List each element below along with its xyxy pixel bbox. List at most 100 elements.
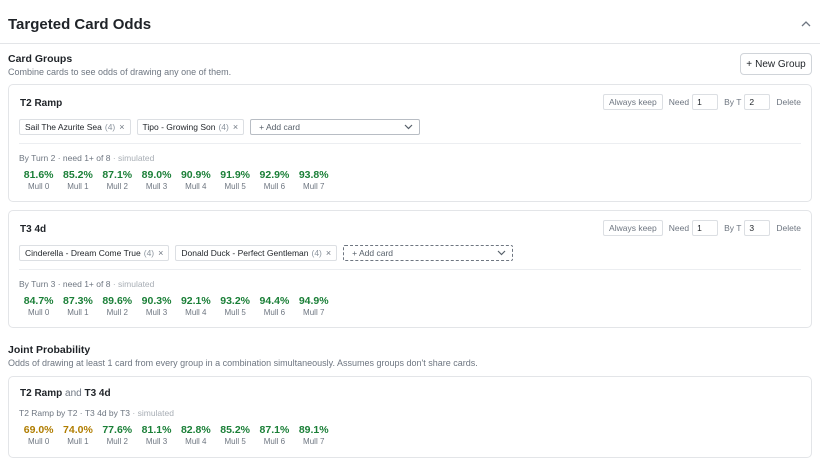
need-input[interactable] (692, 94, 719, 110)
new-group-label: New Group (755, 58, 806, 70)
card-groups-title: Card Groups (8, 53, 73, 65)
odds-cell: 89.6% Mull 2 (98, 295, 137, 318)
summary-text: By Turn 2 · need 1+ of 8 (19, 153, 111, 163)
odds-percent: 84.7% (23, 295, 54, 307)
targeted-card-odds-panel: Targeted Card Odds Card Groups Combine c… (0, 0, 820, 471)
odds-cell: 87.1% Mull 6 (255, 424, 294, 447)
mulligan-label: Mull 3 (145, 437, 168, 446)
combo-group-first: T2 Ramp (20, 388, 63, 399)
close-icon[interactable]: × (326, 248, 331, 258)
need-label: Need (668, 223, 690, 233)
odds-cell: 92.1% Mull 4 (176, 295, 215, 318)
mulligan-label: Mull 7 (303, 308, 325, 317)
need-label: Need (668, 97, 690, 107)
mulligan-label: Mull 7 (303, 437, 325, 446)
combo-and: and (65, 388, 82, 399)
joint-probability-subtitle: Odds of drawing at least 1 card from eve… (8, 358, 478, 368)
by-turn-input[interactable] (744, 220, 771, 236)
odds-cell: 69.0% Mull 0 (19, 424, 58, 447)
odds-cell: 92.9% Mull 6 (255, 169, 294, 192)
odds-cell: 87.1% Mull 2 (98, 169, 137, 192)
card-chip: Cinderella - Dream Come True (4) × (19, 245, 170, 261)
mulligan-label: Mull 5 (224, 182, 246, 191)
card-chip: Tipo - Growing Son (4) × (136, 119, 245, 135)
chip-card-count: (4) (311, 248, 322, 258)
group-controls: Always keep Need By T Delete (603, 220, 801, 236)
card-group: T3 4d Always keep Need By T Delete Cinde… (8, 210, 812, 328)
divider (19, 269, 801, 270)
odds-percent: 93.8% (298, 169, 329, 181)
mulligan-label: Mull 2 (106, 308, 128, 317)
odds-percent: 81.1% (141, 424, 172, 436)
odds-cell: 77.6% Mull 2 (98, 424, 137, 447)
odds-cell: 94.9% Mull 7 (294, 295, 333, 318)
plus-icon: + (746, 58, 753, 70)
close-icon[interactable]: × (158, 248, 163, 258)
odds-percent: 85.2% (220, 424, 251, 436)
chevron-up-icon[interactable] (801, 20, 811, 28)
odds-percent: 74.0% (63, 424, 93, 436)
add-card-select[interactable]: + Add card (250, 119, 421, 135)
odds-percent: 81.6% (23, 169, 54, 181)
chip-card-name: Donald Duck - Perfect Gentleman (181, 248, 309, 258)
by-turn-input[interactable] (744, 94, 771, 110)
combination-summary: T2 Ramp by T2 · T3 4d by T3 · simulated (19, 408, 174, 418)
chip-card-count: (4) (218, 122, 229, 132)
new-group-button[interactable]: + New Group (740, 53, 812, 75)
odds-percent: 89.0% (141, 169, 172, 181)
odds-percent: 89.1% (298, 424, 329, 436)
group-name: T2 Ramp (20, 98, 63, 109)
odds-cell: 85.2% Mull 1 (58, 169, 97, 192)
chevron-down-icon (404, 124, 413, 130)
combo-group-second: T3 4d (84, 388, 111, 399)
odds-summary: By Turn 2 · need 1+ of 8 · simulated (19, 153, 154, 163)
mulligan-label: Mull 7 (303, 182, 325, 191)
delete-group-button[interactable]: Delete (776, 223, 801, 233)
mulligan-label: Mull 1 (67, 182, 89, 191)
always-keep-button[interactable]: Always keep (603, 94, 663, 110)
card-groups-subtitle: Combine cards to see odds of drawing any… (8, 67, 232, 77)
always-keep-button[interactable]: Always keep (603, 220, 663, 236)
chevron-down-icon (497, 250, 506, 256)
odds-cell: 94.4% Mull 6 (255, 295, 294, 318)
close-icon[interactable]: × (119, 122, 124, 132)
mulligan-label: Mull 0 (27, 308, 50, 317)
mulligan-label: Mull 4 (185, 182, 207, 191)
odds-percent: 89.6% (102, 295, 133, 307)
divider (19, 143, 801, 144)
mulligan-label: Mull 6 (263, 308, 286, 317)
mulligan-label: Mull 2 (106, 182, 128, 191)
mulligan-label: Mull 3 (145, 182, 168, 191)
simulated-tag: · simulated (112, 279, 155, 289)
joint-probability-title: Joint Probability (8, 344, 91, 356)
odds-percent: 77.6% (102, 424, 133, 436)
chip-card-count: (4) (143, 248, 155, 258)
add-card-select[interactable]: + Add card (343, 245, 514, 261)
chip-card-count: (4) (104, 122, 116, 132)
mulligan-label: Mull 0 (27, 182, 50, 191)
odds-cell: 89.0% Mull 3 (137, 169, 176, 192)
odds-cell: 93.8% Mull 7 (294, 169, 333, 192)
close-icon[interactable]: × (233, 122, 238, 132)
chip-card-name: Cinderella - Dream Come True (25, 248, 141, 258)
card-chip-list: Cinderella - Dream Come True (4) × Donal… (19, 245, 514, 261)
card-group: T2 Ramp Always keep Need By T Delete Sai… (8, 84, 812, 202)
odds-percent: 92.1% (180, 295, 211, 307)
chip-card-name: Tipo - Growing Son (142, 122, 216, 132)
mulligan-label: Mull 1 (67, 437, 89, 446)
odds-percent: 94.9% (298, 295, 329, 307)
need-input[interactable] (692, 220, 719, 236)
add-card-placeholder: + Add card (352, 248, 394, 258)
odds-cell: 81.6% Mull 0 (19, 169, 58, 192)
delete-group-button[interactable]: Delete (776, 97, 801, 107)
mulligan-label: Mull 3 (145, 308, 168, 317)
card-chip: Sail The Azurite Sea (4) × (19, 119, 131, 135)
by-turn-label: By T (724, 97, 742, 107)
summary-text: T2 Ramp by T2 · T3 4d by T3 (19, 408, 131, 418)
mulligan-label: Mull 6 (263, 437, 286, 446)
panel-header[interactable]: Targeted Card Odds (0, 0, 820, 44)
odds-percent: 90.9% (180, 169, 211, 181)
odds-cell: 74.0% Mull 1 (58, 424, 97, 447)
odds-percent: 69.0% (23, 424, 54, 436)
mulligan-label: Mull 1 (67, 308, 89, 317)
